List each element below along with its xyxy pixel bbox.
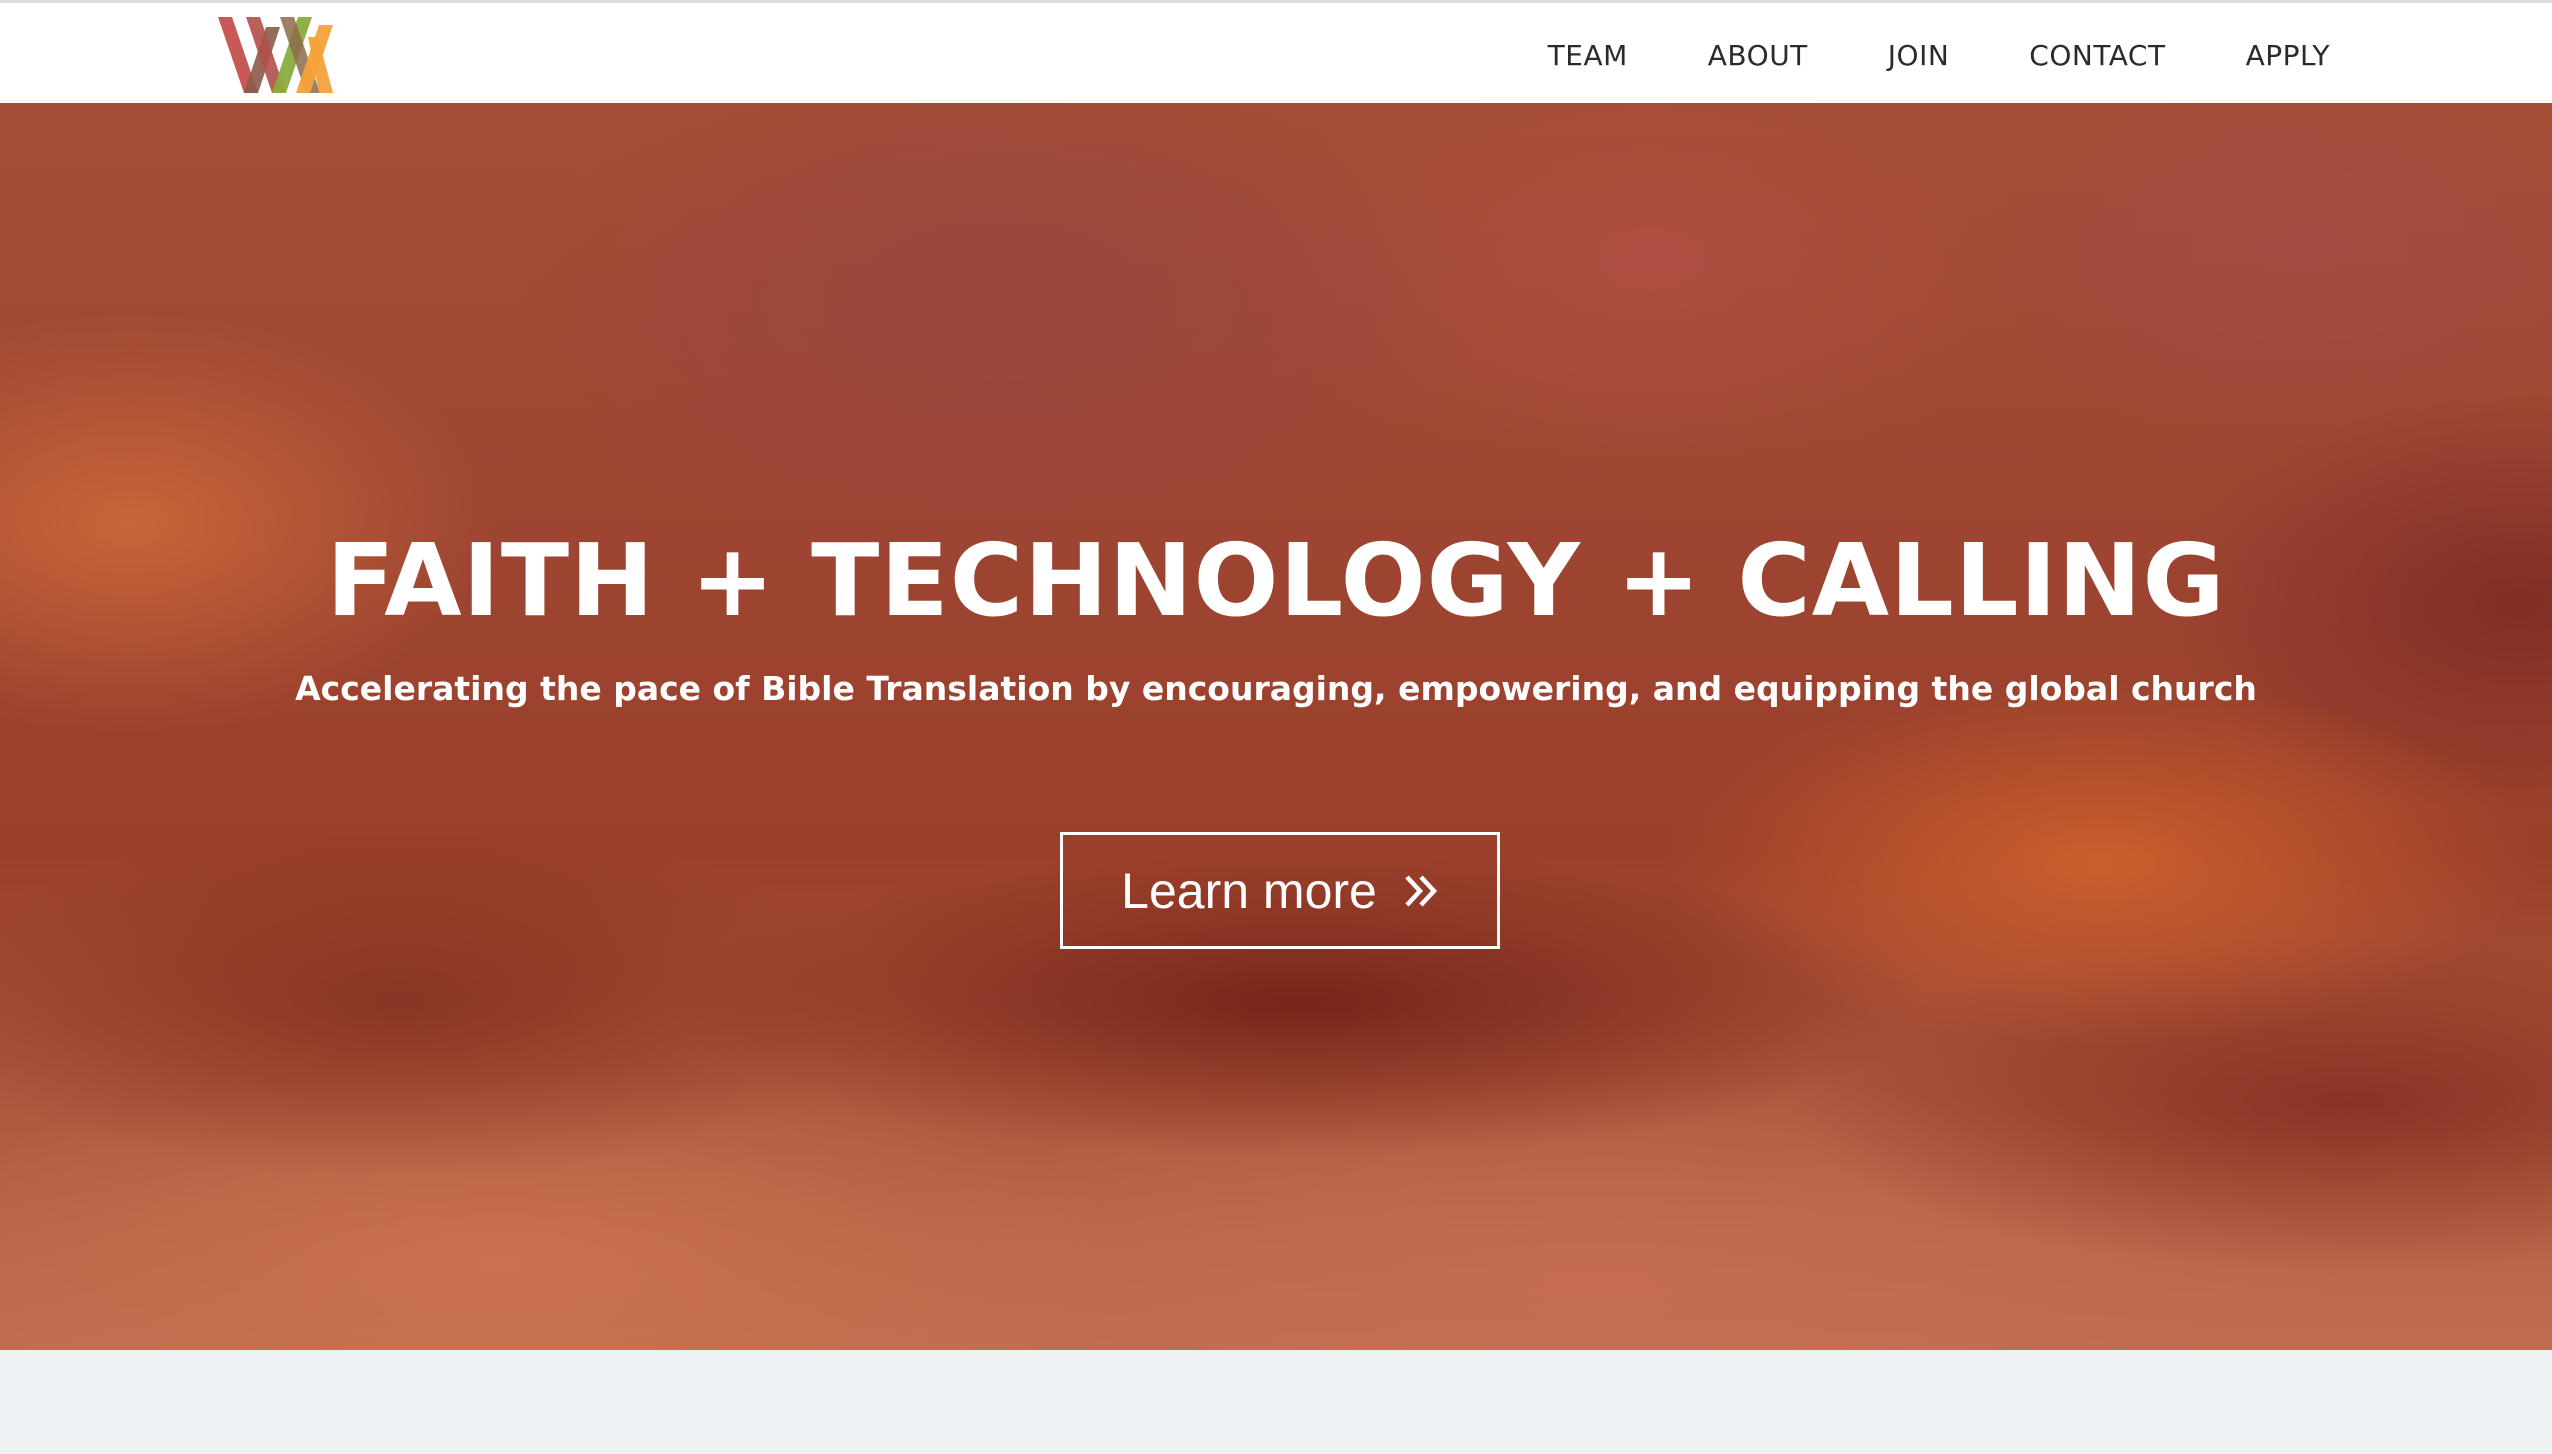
double-chevron-right-icon <box>1405 874 1437 907</box>
top-navigation-bar: TEAM ABOUT JOIN CONTACT APPLY <box>0 0 2552 103</box>
nav-join-link[interactable]: JOIN <box>1888 40 1950 70</box>
nav-team-link[interactable]: TEAM <box>1548 40 1628 70</box>
logo-icon <box>218 17 333 93</box>
next-section <box>0 1350 2552 1454</box>
hero-section: FAITH + TECHNOLOGY + CALLING Acceleratin… <box>0 103 2552 1350</box>
hero-title: FAITH + TECHNOLOGY + CALLING <box>326 522 2226 639</box>
nav-about-link[interactable]: ABOUT <box>1708 40 1808 70</box>
home-logo-link[interactable] <box>218 17 333 93</box>
main-nav: TEAM ABOUT JOIN CONTACT APPLY <box>1548 3 2330 106</box>
nav-apply-link[interactable]: APPLY <box>2246 40 2330 70</box>
page: TEAM ABOUT JOIN CONTACT APPLY FAITH + TE… <box>0 0 2552 1454</box>
learn-more-label: Learn more <box>1121 862 1377 919</box>
learn-more-button[interactable]: Learn more <box>1060 832 1500 949</box>
hero-subtitle: Accelerating the pace of Bible Translati… <box>295 669 2257 708</box>
nav-contact-link[interactable]: CONTACT <box>2029 40 2165 70</box>
hero-content: FAITH + TECHNOLOGY + CALLING Acceleratin… <box>0 103 2552 1350</box>
